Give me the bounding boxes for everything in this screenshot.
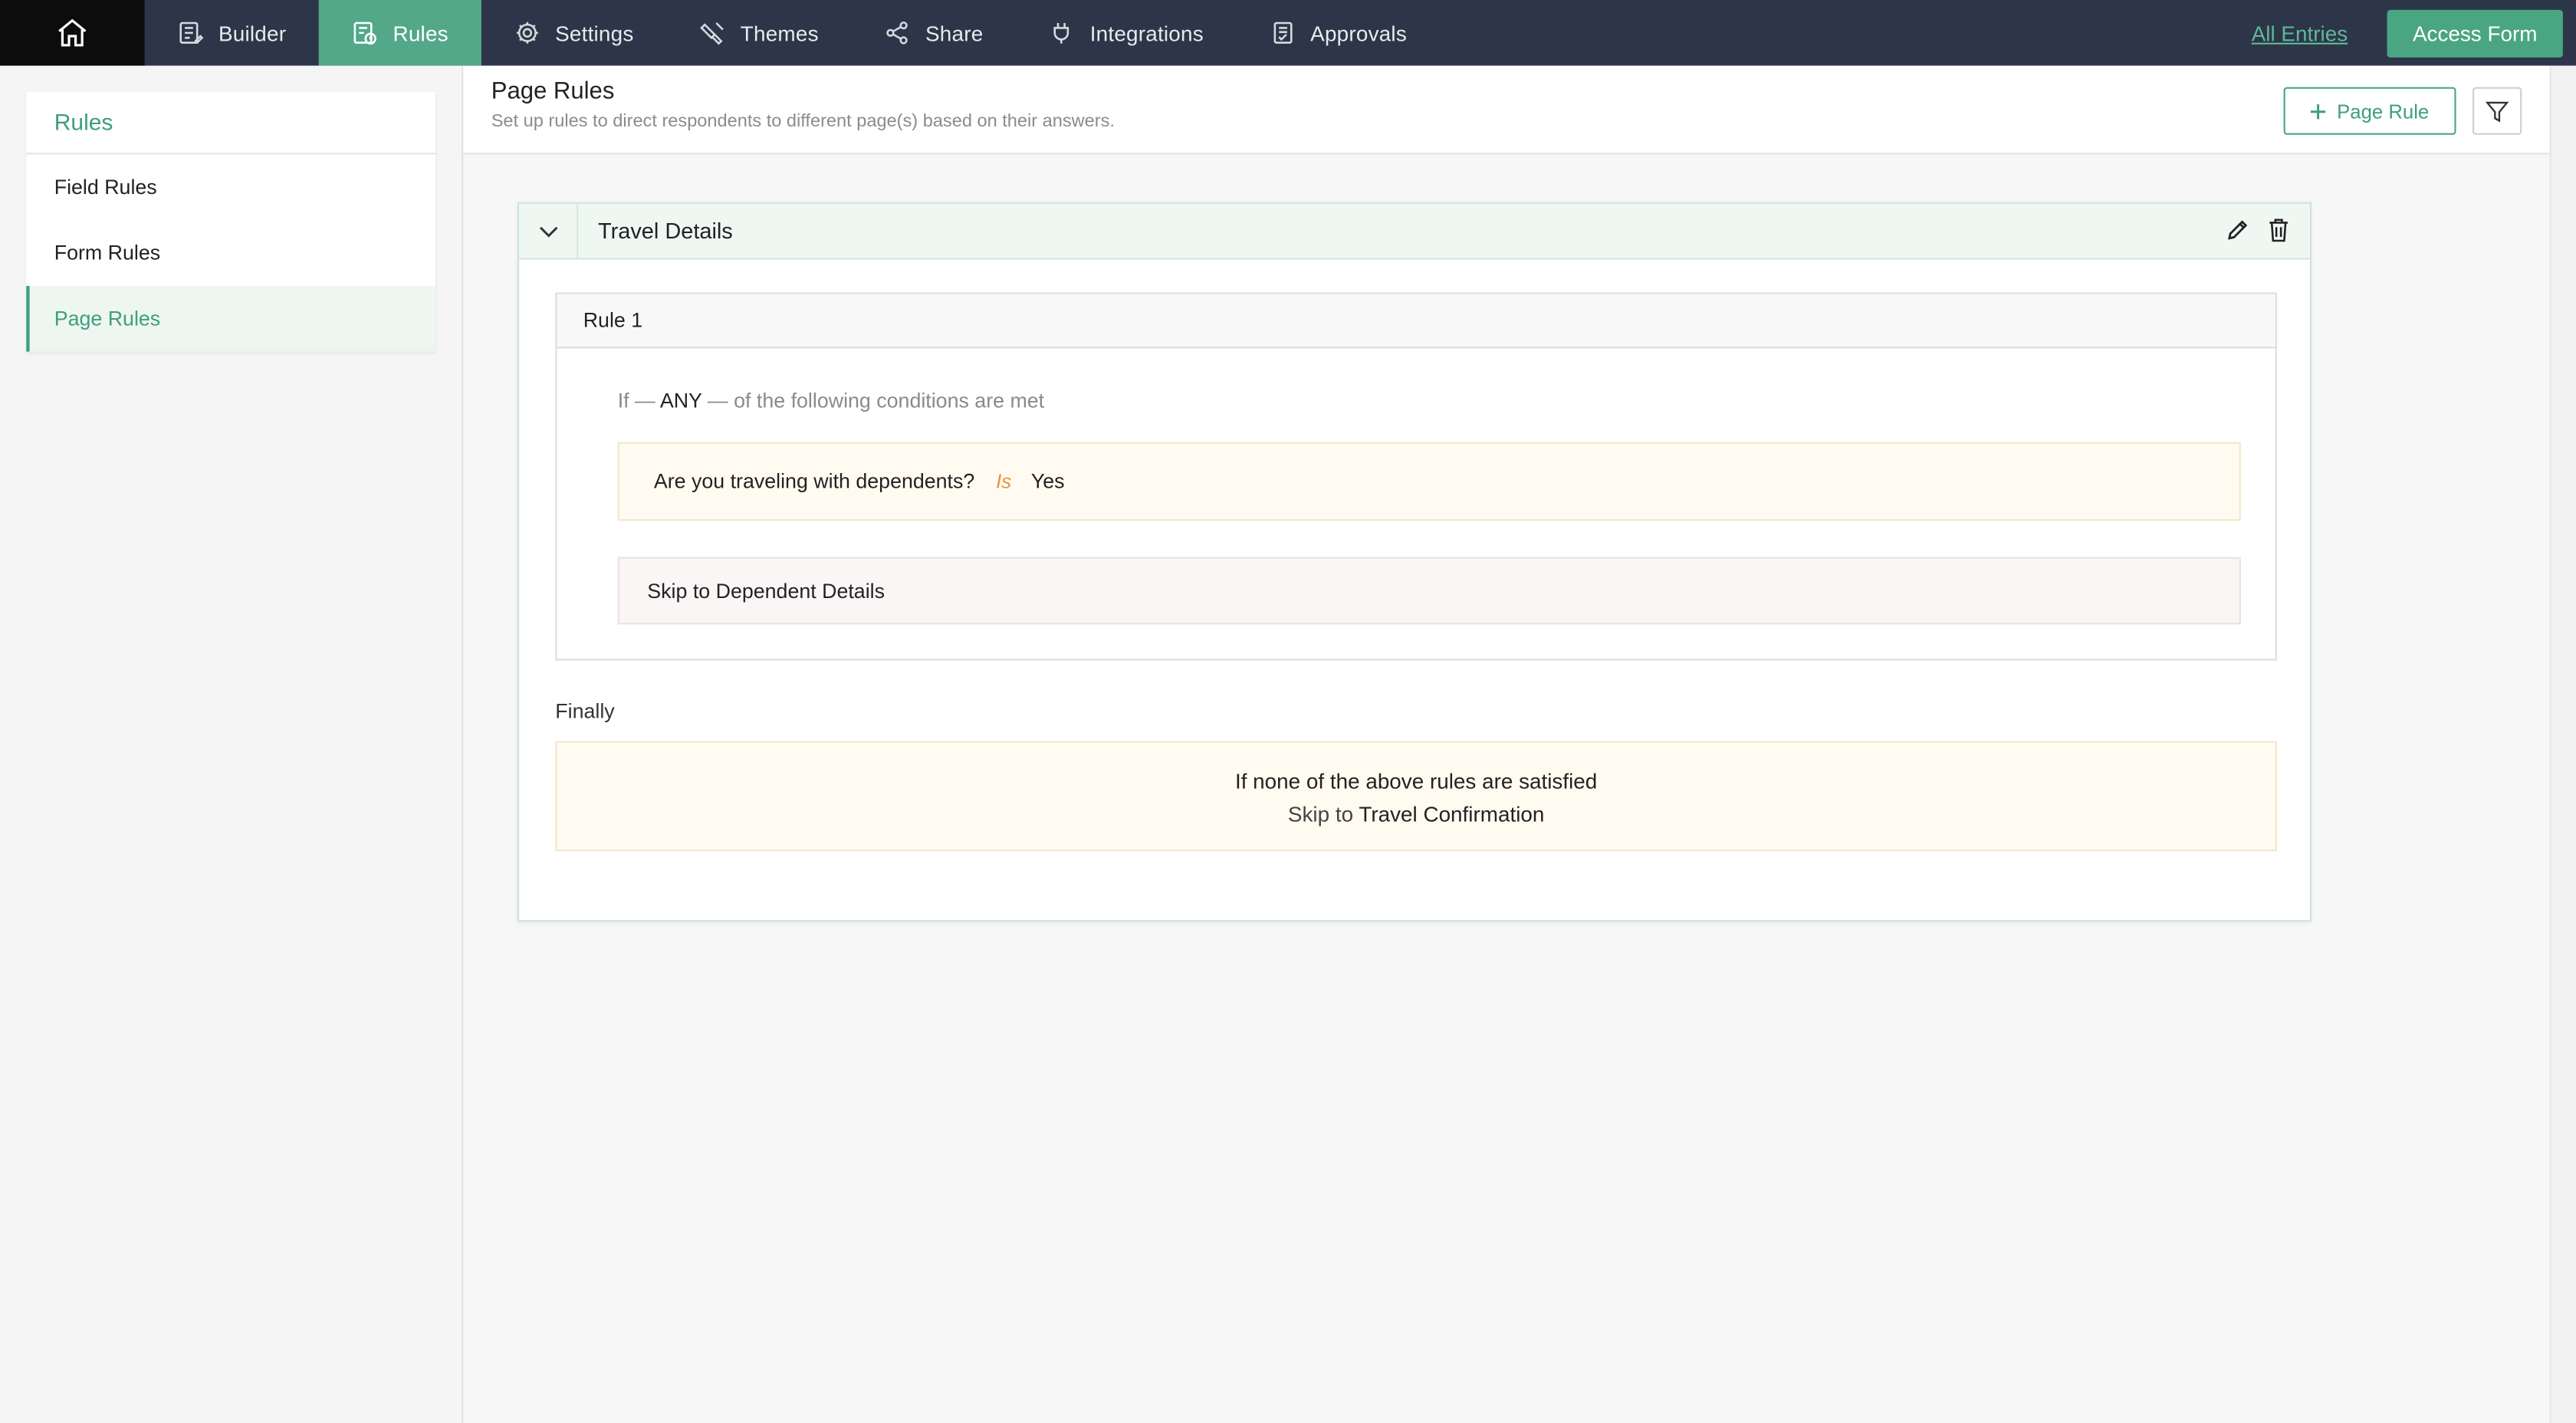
rule-name: Rule 1 <box>557 294 2275 349</box>
action-row: Skip to Dependent Details <box>617 557 2241 625</box>
nav-approvals-label: Approvals <box>1310 20 1407 45</box>
plus-icon <box>2311 104 2327 119</box>
condition-field: Are you traveling with dependents? <box>653 469 975 493</box>
nav-approvals[interactable]: Approvals <box>1237 0 1440 66</box>
finally-skip-prefix: Skip to <box>1287 801 1354 827</box>
condition-match-line: If — ANY — of the following conditions a… <box>618 389 1044 412</box>
finally-label: Finally <box>555 699 615 724</box>
nav-builder-label: Builder <box>219 20 287 45</box>
page-header: Page Rules Set up rules to direct respon… <box>463 65 2550 155</box>
nav-rules[interactable]: Rules <box>319 0 481 66</box>
nav-integrations[interactable]: Integrations <box>1016 0 1236 66</box>
plug-icon <box>1054 23 1070 44</box>
paint-icon <box>699 22 724 45</box>
condition-value: Yes <box>1030 469 1065 493</box>
condition-if-text: If — <box>617 389 656 412</box>
nav-rules-label: Rules <box>393 20 449 45</box>
nav-share[interactable]: Share <box>852 0 1017 66</box>
home-icon <box>58 18 87 47</box>
nav-themes[interactable]: Themes <box>666 0 851 66</box>
sidebar-item-field-rules[interactable]: Field Rules <box>26 154 435 220</box>
nav-integrations-label: Integrations <box>1089 20 1204 45</box>
page-rule-header: Travel Details <box>519 203 2310 260</box>
builder-icon <box>179 21 204 44</box>
page-title: Page Rules <box>491 78 615 106</box>
top-navigation: Builder Rules Settings Themes Share Inte… <box>0 0 2576 66</box>
condition-operator: Is <box>996 469 1012 493</box>
gear-icon <box>516 21 538 44</box>
condition-match-type[interactable]: ANY <box>660 389 702 412</box>
chevron-down-icon <box>538 225 557 237</box>
condition-rest-text: — of the following conditions are met <box>707 389 1045 412</box>
page-subtitle: Set up rules to direct respondents to di… <box>491 111 1115 132</box>
share-icon <box>886 21 909 44</box>
scrollbar-track[interactable] <box>2549 65 2576 1423</box>
page-rule-title: Travel Details <box>598 219 733 244</box>
home-button[interactable] <box>0 0 145 66</box>
nav-builder[interactable]: Builder <box>145 0 320 66</box>
page-rule-card: Travel Details Rule 1 If — ANY — of the … <box>518 202 2312 922</box>
action-text: Skip to Dependent Details <box>647 579 885 603</box>
nav-settings[interactable]: Settings <box>481 0 667 66</box>
approvals-icon <box>1273 21 1292 44</box>
nav-right-actions: All Entries Access Form <box>2252 0 2576 66</box>
filter-icon <box>2486 100 2509 122</box>
finally-target-page: Travel Confirmation <box>1359 801 1545 827</box>
collapse-button[interactable] <box>519 203 579 258</box>
finally-action-line: Skip to Travel Confirmation <box>557 802 2275 827</box>
add-page-rule-button[interactable]: Page Rule <box>2283 87 2456 135</box>
condition-row: Are you traveling with dependents? Is Ye… <box>617 442 2241 521</box>
trash-icon <box>2269 219 2288 242</box>
rules-menu: Rules Field Rules Form Rules Page Rules <box>26 92 435 352</box>
nav-share-label: Share <box>925 20 984 45</box>
finally-box: If none of the above rules are satisfied… <box>555 741 2278 852</box>
pencil-icon <box>2228 220 2248 240</box>
sidebar: Rules Field Rules Form Rules Page Rules <box>0 65 464 1423</box>
access-form-button[interactable]: Access Form <box>2387 8 2563 57</box>
sidebar-item-page-rules[interactable]: Page Rules <box>26 285 435 352</box>
finally-condition-text: If none of the above rules are satisfied <box>1234 769 1598 794</box>
nav-themes-label: Themes <box>740 20 819 45</box>
sidebar-title: Rules <box>26 92 435 155</box>
delete-button[interactable] <box>2267 217 2290 251</box>
add-page-rule-label: Page Rule <box>2337 99 2430 123</box>
rules-icon <box>353 21 377 45</box>
edit-button[interactable] <box>2226 219 2249 250</box>
nav-settings-label: Settings <box>555 20 634 45</box>
rule-box: Rule 1 If — ANY — of the following condi… <box>555 292 2278 661</box>
all-entries-link[interactable]: All Entries <box>2252 21 2348 45</box>
sidebar-item-form-rules[interactable]: Form Rules <box>26 220 435 286</box>
filter-button[interactable] <box>2472 87 2522 135</box>
